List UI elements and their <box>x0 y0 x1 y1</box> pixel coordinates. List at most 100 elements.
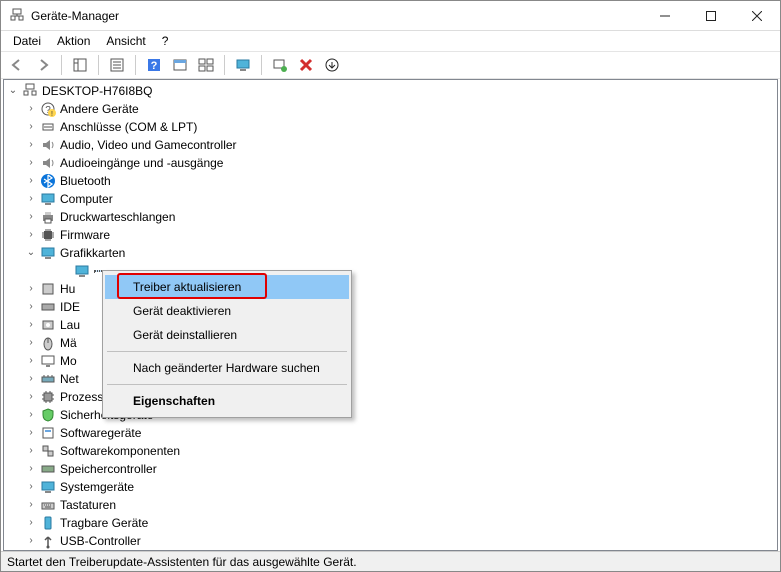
chevron-right-icon[interactable]: › <box>24 390 38 404</box>
cat-label: Net <box>60 370 79 388</box>
chevron-right-icon[interactable]: › <box>24 516 38 530</box>
tree-cat-andere-geraete[interactable]: › ?! Andere Geräte <box>4 100 777 118</box>
cat-label: Grafikkarten <box>60 244 125 262</box>
window-controls <box>642 1 780 31</box>
monitor-button[interactable] <box>231 53 255 77</box>
software-icon <box>40 425 56 441</box>
enable-button[interactable] <box>320 53 344 77</box>
cat-label: USB-Controller <box>60 532 141 550</box>
view2-button[interactable] <box>194 53 218 77</box>
chevron-down-icon[interactable]: ⌄ <box>24 246 38 260</box>
cat-label: Hu <box>60 280 75 298</box>
svg-text:!: ! <box>51 111 53 117</box>
app-icon <box>9 8 25 24</box>
ctx-geraet-deinstallieren[interactable]: Gerät deinstallieren <box>105 323 349 347</box>
chevron-right-icon[interactable]: › <box>24 498 38 512</box>
chevron-right-icon[interactable]: › <box>24 408 38 422</box>
cat-label: Systemgeräte <box>60 478 134 496</box>
question-warn-icon: ?! <box>40 101 56 117</box>
menu-help[interactable]: ? <box>154 32 177 50</box>
menu-aktion[interactable]: Aktion <box>49 32 98 50</box>
port-icon <box>40 119 56 135</box>
chevron-right-icon[interactable]: › <box>24 138 38 152</box>
cat-label: Tragbare Geräte <box>60 514 148 532</box>
uninstall-button[interactable] <box>294 53 318 77</box>
tree-cat-tragbare[interactable]: › Tragbare Geräte <box>4 514 777 532</box>
chevron-right-icon[interactable]: › <box>24 354 38 368</box>
tree-cat-systemgeraete[interactable]: › Systemgeräte <box>4 478 777 496</box>
back-button[interactable] <box>5 53 29 77</box>
chevron-right-icon[interactable]: › <box>24 228 38 242</box>
ctx-separator <box>107 384 347 385</box>
chevron-right-icon[interactable]: › <box>24 210 38 224</box>
toolbar-divider <box>224 55 225 75</box>
tree-cat-tastaturen[interactable]: › Tastaturen <box>4 496 777 514</box>
tree-cat-softwaregeraete[interactable]: › Softwaregeräte <box>4 424 777 442</box>
chevron-right-icon[interactable]: › <box>24 462 38 476</box>
tree-cat-computer[interactable]: › Computer <box>4 190 777 208</box>
display-adapter-icon <box>74 263 90 279</box>
tree-cat-anschluesse[interactable]: › Anschlüsse (COM & LPT) <box>4 118 777 136</box>
menu-datei[interactable]: Datei <box>5 32 49 50</box>
ctx-item-label: Gerät deaktivieren <box>133 304 231 318</box>
tree-cat-usb[interactable]: › USB-Controller <box>4 532 777 550</box>
ctx-treiber-aktualisieren[interactable]: Treiber aktualisieren <box>105 275 349 299</box>
ctx-eigenschaften[interactable]: Eigenschaften <box>105 389 349 413</box>
chevron-right-icon[interactable]: › <box>24 444 38 458</box>
chevron-right-icon[interactable]: › <box>24 480 38 494</box>
chevron-right-icon[interactable]: › <box>24 174 38 188</box>
chevron-right-icon[interactable]: › <box>24 318 38 332</box>
help-button[interactable]: ? <box>142 53 166 77</box>
ctx-item-label: Gerät deinstallieren <box>133 328 237 342</box>
toolbar-divider <box>98 55 99 75</box>
system-icon <box>40 479 56 495</box>
speaker-icon <box>40 155 56 171</box>
status-text: Startet den Treiberupdate-Assistenten fü… <box>7 555 357 569</box>
tree-cat-firmware[interactable]: › Firmware <box>4 226 777 244</box>
menu-ansicht[interactable]: Ansicht <box>98 32 153 50</box>
chevron-down-icon[interactable]: ⌄ <box>6 84 20 98</box>
chevron-right-icon[interactable]: › <box>24 192 38 206</box>
speaker-icon <box>40 137 56 153</box>
cat-label: Audio, Video und Gamecontroller <box>60 136 237 154</box>
menubar: Datei Aktion Ansicht ? <box>1 31 780 51</box>
chevron-right-icon[interactable]: › <box>24 156 38 170</box>
chevron-right-icon[interactable]: › <box>24 372 38 386</box>
ctx-geraet-deaktivieren[interactable]: Gerät deaktivieren <box>105 299 349 323</box>
hid-icon <box>40 281 56 297</box>
chevron-right-icon[interactable]: › <box>24 534 38 548</box>
forward-button[interactable] <box>31 53 55 77</box>
tree-cat-audio-video[interactable]: › Audio, Video und Gamecontroller <box>4 136 777 154</box>
chevron-right-icon[interactable]: › <box>24 282 38 296</box>
view1-button[interactable] <box>168 53 192 77</box>
tree-root[interactable]: ⌄ DESKTOP-H76I8BQ <box>4 82 777 100</box>
properties-button[interactable] <box>105 53 129 77</box>
chevron-right-icon[interactable]: › <box>24 300 38 314</box>
cat-label: Lau <box>60 316 80 334</box>
component-icon <box>40 443 56 459</box>
tree-cat-druckwarteschlangen[interactable]: › Druckwarteschlangen <box>4 208 777 226</box>
tree-cat-audio-io[interactable]: › Audioeingänge und -ausgänge <box>4 154 777 172</box>
ctx-nach-hardware-suchen[interactable]: Nach geänderter Hardware suchen <box>105 356 349 380</box>
cat-label: Firmware <box>60 226 110 244</box>
close-button[interactable] <box>734 1 780 31</box>
chevron-right-icon[interactable]: › <box>24 426 38 440</box>
tree-cat-speichercontroller[interactable]: › Speichercontroller <box>4 460 777 478</box>
tree-cat-softwarekomponenten[interactable]: › Softwarekomponenten <box>4 442 777 460</box>
toolbar: ? <box>1 51 780 79</box>
showhide-tree-button[interactable] <box>68 53 92 77</box>
maximize-button[interactable] <box>688 1 734 31</box>
chevron-right-icon[interactable]: › <box>24 102 38 116</box>
tree-cat-bluetooth[interactable]: › Bluetooth <box>4 172 777 190</box>
chevron-right-icon[interactable]: › <box>24 336 38 350</box>
toolbar-divider <box>135 55 136 75</box>
monitor2-icon <box>40 353 56 369</box>
tree-cat-grafikkarten[interactable]: ⌄ Grafikkarten <box>4 244 777 262</box>
minimize-button[interactable] <box>642 1 688 31</box>
disk-icon <box>40 317 56 333</box>
scan-hardware-button[interactable] <box>268 53 292 77</box>
context-menu: Treiber aktualisieren Gerät deaktivieren… <box>102 270 352 418</box>
chevron-right-icon[interactable]: › <box>24 120 38 134</box>
cat-label: Softwaregeräte <box>60 424 141 442</box>
root-label: DESKTOP-H76I8BQ <box>42 82 152 100</box>
